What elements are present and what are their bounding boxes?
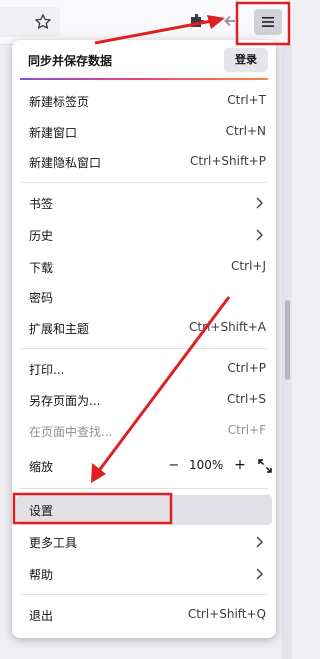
browser-toolbar — [0, 0, 292, 45]
menu-item-help[interactable]: 帮助 — [16, 559, 272, 589]
menu-item-label: 更多工具 — [29, 536, 78, 550]
menu-item-label: 新建标签页 — [29, 95, 90, 109]
menu-item-save-page-as[interactable]: 另存页面为... Ctrl+S — [16, 385, 272, 415]
menu-item-label: 新建隐私窗口 — [29, 156, 102, 170]
chevron-right-icon — [256, 536, 263, 548]
menu-item-shortcut: Ctrl+T — [227, 93, 266, 107]
hamburger-menu-icon — [262, 17, 274, 27]
menu-item-downloads[interactable]: 下载 Ctrl+J — [16, 252, 272, 282]
menu-item-shortcut: Ctrl+Shift+Q — [187, 607, 266, 621]
accent-divider — [20, 78, 268, 80]
menu-separator — [20, 488, 268, 489]
zoom-in-button[interactable]: + — [231, 457, 249, 475]
menu-item-addons-themes[interactable]: 扩展和主题 Ctrl+Shift+A — [16, 313, 272, 343]
sync-row: 同步并保存数据 登录 — [12, 40, 276, 80]
menu-item-passwords[interactable]: 密码 — [16, 282, 272, 312]
menu-item-shortcut: Ctrl+P — [227, 361, 266, 375]
browser-window: 同步并保存数据 登录 新建标签页 Ctrl+T 新建窗口 Ctrl+N 新建隐私… — [0, 0, 292, 659]
extension-icon[interactable] — [188, 12, 206, 30]
menu-item-label: 历史 — [29, 229, 54, 243]
menu-item-label: 书签 — [29, 197, 54, 211]
menu-separator — [20, 182, 268, 183]
menu-item-label: 退出 — [29, 609, 54, 623]
menu-item-more-tools[interactable]: 更多工具 — [16, 527, 272, 557]
chevron-right-icon — [256, 229, 263, 241]
app-menu-panel: 同步并保存数据 登录 新建标签页 Ctrl+T 新建窗口 Ctrl+N 新建隐私… — [12, 40, 276, 638]
menu-item-shortcut: Ctrl+S — [226, 392, 266, 406]
menu-item-label: 密码 — [29, 291, 54, 305]
menu-item-label: 帮助 — [29, 568, 54, 582]
menu-item-label: 缩放 — [29, 460, 54, 474]
menu-item-label: 扩展和主题 — [29, 322, 90, 336]
page-scrollbar[interactable] — [285, 300, 290, 380]
menu-item-label: 下载 — [29, 261, 54, 275]
menu-item-bookmarks[interactable]: 书签 — [16, 188, 272, 218]
menu-item-zoom: 缩放 − 100% + — [16, 451, 272, 481]
menu-item-settings[interactable]: 设置 — [16, 495, 272, 525]
chevron-right-icon — [256, 197, 263, 209]
menu-separator — [20, 594, 268, 595]
menu-item-shortcut: Ctrl+J — [231, 259, 266, 273]
menu-item-label: 在页面中查找... — [29, 425, 113, 439]
menu-item-label: 新建窗口 — [29, 126, 78, 140]
menu-item-shortcut: Ctrl+Shift+P — [190, 154, 266, 168]
star-icon[interactable] — [34, 13, 52, 31]
sync-title: 同步并保存数据 — [28, 54, 113, 68]
menu-item-quit[interactable]: 退出 Ctrl+Shift+Q — [16, 600, 272, 630]
menu-item-print[interactable]: 打印... Ctrl+P — [16, 354, 272, 384]
menu-item-shortcut: Ctrl+Shift+A — [189, 320, 266, 334]
menu-item-find-in-page[interactable]: 在页面中查找... Ctrl+F — [16, 416, 272, 446]
chevron-right-icon — [256, 568, 263, 580]
menu-item-label: 打印... — [29, 363, 65, 377]
app-menu-button[interactable] — [254, 9, 282, 35]
menu-item-history[interactable]: 历史 — [16, 220, 272, 250]
menu-item-label: 另存页面为... — [29, 394, 101, 408]
address-bar[interactable] — [0, 7, 60, 37]
menu-item-new-tab[interactable]: 新建标签页 Ctrl+T — [16, 86, 272, 116]
back-arrow-icon[interactable] — [221, 12, 239, 30]
menu-item-new-window[interactable]: 新建窗口 Ctrl+N — [16, 117, 272, 147]
menu-item-shortcut: Ctrl+N — [225, 124, 266, 138]
menu-separator — [20, 348, 268, 349]
menu-item-label: 设置 — [29, 504, 54, 518]
menu-item-shortcut: Ctrl+F — [227, 423, 266, 437]
signin-button[interactable]: 登录 — [224, 48, 268, 72]
zoom-level[interactable]: 100% — [189, 458, 223, 472]
menu-item-new-private-window[interactable]: 新建隐私窗口 Ctrl+Shift+P — [16, 147, 272, 177]
zoom-out-button[interactable]: − — [165, 457, 183, 475]
fullscreen-icon[interactable] — [258, 459, 272, 473]
